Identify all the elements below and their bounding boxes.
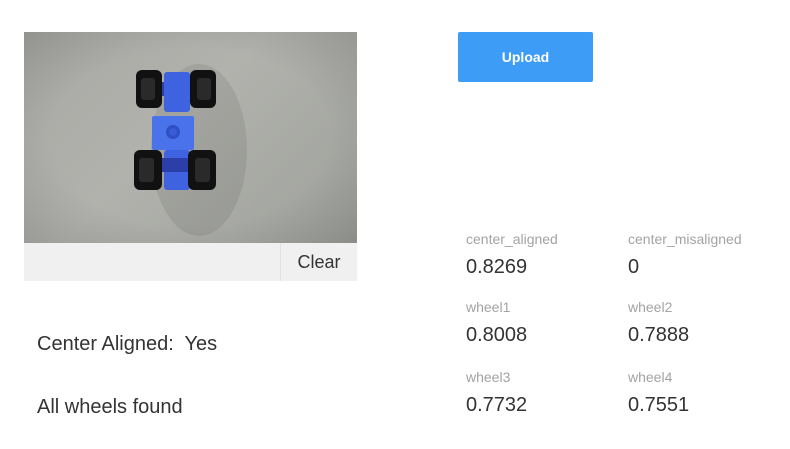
metric-center-misaligned: center_misaligned 0 — [628, 231, 778, 278]
metric-wheel1: wheel1 0.8008 — [466, 299, 616, 346]
wheels-status: All wheels found — [37, 396, 183, 418]
metric-value: 0.7888 — [628, 324, 690, 346]
metric-label: center_misaligned — [628, 231, 742, 247]
clear-button[interactable]: Clear — [280, 243, 357, 281]
metric-center-aligned: center_aligned 0.8269 — [466, 231, 616, 278]
center-aligned-value: Yes — [184, 333, 218, 355]
metric-label: wheel1 — [466, 299, 511, 315]
wheel-icon — [188, 150, 216, 190]
image-toolbar: Clear — [24, 243, 357, 281]
wheel-icon — [134, 150, 162, 190]
metric-wheel2: wheel2 0.7888 — [628, 299, 778, 346]
metric-label: wheel3 — [466, 369, 511, 385]
center-aligned-label: Center Aligned: — [37, 333, 174, 355]
metric-value: 0.7732 — [466, 394, 528, 416]
metric-label: center_aligned — [466, 231, 558, 247]
uploaded-image — [24, 32, 357, 243]
metric-value: 0.8008 — [466, 324, 528, 346]
car-photo — [24, 32, 357, 243]
wheel-icon — [136, 70, 162, 108]
metric-label: wheel4 — [628, 369, 673, 385]
metric-wheel4: wheel4 0.7551 — [628, 369, 778, 416]
wheel-icon — [190, 70, 216, 108]
metric-value: 0.7551 — [628, 394, 690, 416]
center-aligned-result: Center Aligned: Yes — [37, 333, 217, 356]
metric-value: 0 — [628, 256, 640, 278]
metric-label: wheel2 — [628, 299, 673, 315]
upload-button[interactable]: Upload — [458, 32, 593, 82]
metric-wheel3: wheel3 0.7732 — [466, 369, 616, 416]
metric-value: 0.8269 — [466, 256, 528, 278]
